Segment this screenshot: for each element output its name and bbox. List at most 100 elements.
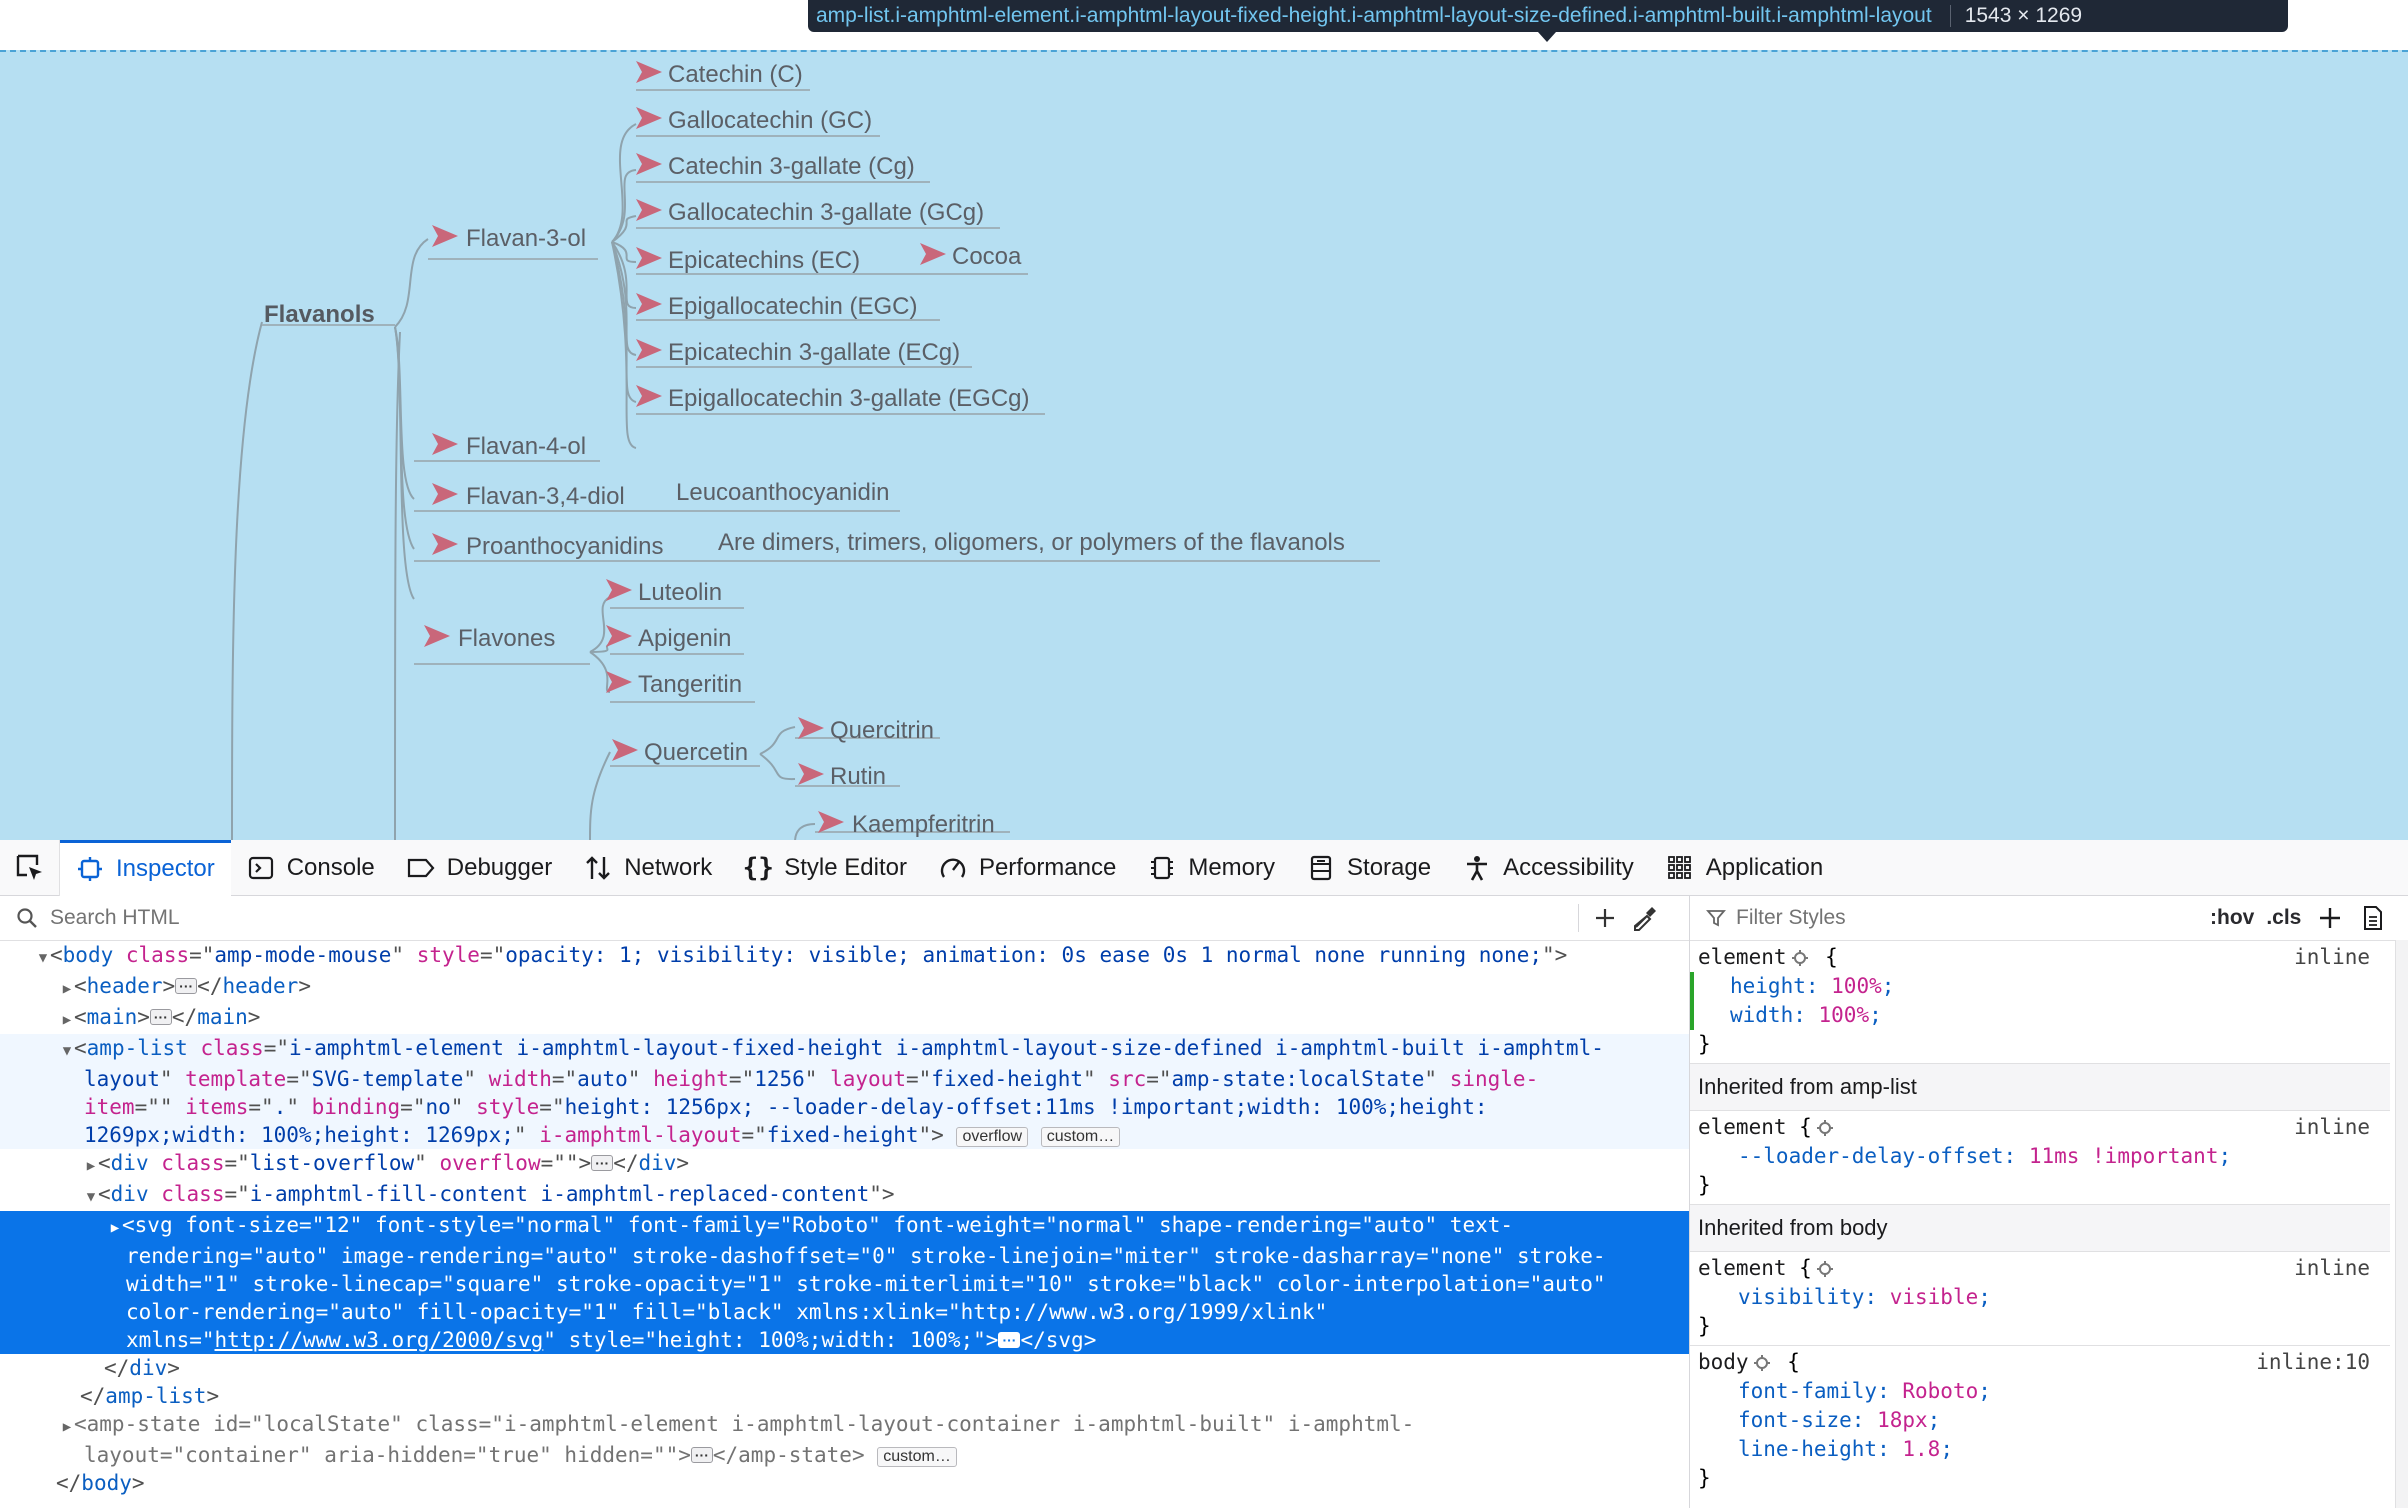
inherited-from-body-header: Inherited from body — [1690, 1205, 2390, 1252]
node-leucoanthocyanidin: Leucoanthocyanidin — [676, 479, 890, 506]
search-icon — [17, 908, 37, 928]
tab-application[interactable]: Application — [1650, 840, 1839, 896]
collapsed-twisty-icon[interactable]: ▶ — [84, 1152, 98, 1180]
inspector-icon — [76, 855, 104, 883]
tab-console[interactable]: Console — [231, 840, 391, 896]
custom-badge[interactable]: custom… — [877, 1447, 957, 1467]
arrow-icon — [424, 625, 450, 647]
node-child: Quercitrin — [830, 717, 934, 744]
declaration-font-size[interactable]: font-size: 18px; — [1698, 1406, 2390, 1435]
node-child: Epicatechin 3-gallate (ECg) — [668, 339, 960, 366]
node-child: Catechin (C) — [668, 61, 803, 88]
ellipsis-icon[interactable]: ··· — [591, 1155, 614, 1171]
rule-amp-list-inline[interactable]: inline element { --loader-delay-offset: … — [1690, 1111, 2390, 1205]
node-child: Gallocatechin (GC) — [668, 107, 872, 134]
markup-tree: ▼ <body class="amp-mode-mouse" style="opa… — [0, 941, 1689, 1497]
node-flavones: Flavones — [458, 625, 555, 652]
tab-label: Application — [1705, 853, 1824, 881]
rule-source[interactable]: inline:10 — [2256, 1348, 2370, 1377]
expanded-twisty-icon[interactable]: ▼ — [36, 944, 50, 972]
svg-namespace-link[interactable]: http://www.w3.org/2000/svg — [215, 1328, 544, 1352]
overflow-badge[interactable]: overflow — [956, 1127, 1029, 1147]
tab-storage[interactable]: Storage — [1291, 840, 1447, 896]
expanded-twisty-icon[interactable]: ▼ — [60, 1037, 74, 1065]
rule-source[interactable]: inline — [2294, 1113, 2370, 1142]
arrow-icon — [636, 61, 662, 83]
node-svg-selected[interactable]: ▶ <svg font-size="12" font-style="normal"… — [0, 1211, 1689, 1354]
gear-icon[interactable] — [1753, 1354, 1771, 1372]
declaration-visibility[interactable]: visibility: visible; — [1698, 1283, 2390, 1312]
tab-label: Network — [624, 853, 713, 881]
rule-selector: element — [1698, 1115, 1787, 1139]
tab-memory[interactable]: Memory — [1132, 840, 1291, 896]
eyedropper-icon — [1634, 907, 1656, 931]
eyedropper-button[interactable] — [1625, 898, 1665, 938]
search-html-input[interactable] — [48, 905, 1572, 931]
tab-performance[interactable]: Performance — [923, 840, 1132, 896]
node-amp-list[interactable]: ▼ <amp-list class="i-amphtml-element i-am… — [0, 1034, 1689, 1149]
collapsed-twisty-icon[interactable]: ▶ — [108, 1214, 122, 1242]
add-rule-icon[interactable] — [2317, 905, 2343, 931]
tab-style-editor[interactable]: {} Style Editor — [728, 840, 923, 896]
tab-accessibility[interactable]: Accessibility — [1447, 840, 1650, 896]
ellipsis-icon[interactable]: ··· — [175, 978, 198, 994]
node-flavan-4-ol: Flavan-4-ol — [466, 433, 586, 460]
rule-source[interactable]: inline — [2294, 1254, 2370, 1283]
tab-label: Performance — [978, 853, 1117, 881]
rule-source[interactable]: inline — [2294, 943, 2370, 972]
arrow-icon — [432, 433, 458, 455]
ellipsis-icon[interactable]: ··· — [690, 1447, 713, 1463]
arrow-icon — [612, 739, 638, 761]
gear-icon[interactable] — [1791, 949, 1809, 967]
rule-body-stylesheet[interactable]: inline:10 body { font-family: Roboto; fo… — [1690, 1346, 2390, 1497]
node-fill-content[interactable]: ▼ <div class="i-amphtml-fill-content i-am… — [0, 1180, 1689, 1211]
node-list-overflow[interactable]: ▶ <div class="list-overflow" overflow="">… — [0, 1149, 1689, 1180]
collapsed-twisty-icon[interactable]: ▶ — [60, 1413, 74, 1441]
divider — [1578, 904, 1579, 932]
collapsed-twisty-icon[interactable]: ▶ — [60, 975, 74, 1003]
rule-body-inline[interactable]: inline element { visibility: visible; } — [1690, 1252, 2390, 1346]
markup-search-row — [0, 896, 1689, 941]
gear-icon[interactable] — [1816, 1119, 1834, 1137]
node-amp-state[interactable]: ▶ <amp-state id="localState" class="i-amp… — [0, 1410, 1689, 1441]
node-child: Catechin 3-gallate (Cg) — [668, 153, 915, 180]
node-child: Luteolin — [638, 579, 722, 606]
arrow-icon — [606, 625, 632, 647]
element-picker-button[interactable] — [0, 839, 60, 896]
arrow-icon — [432, 483, 458, 505]
print-media-icon[interactable] — [2361, 905, 2385, 931]
rule-selector: body — [1698, 1350, 1749, 1374]
ellipsis-icon[interactable]: ··· — [149, 1009, 172, 1025]
declaration-loader-delay-offset[interactable]: --loader-delay-offset: 11ms !important; — [1698, 1142, 2390, 1171]
node-main[interactable]: ▶ <main> ··· </main> — [0, 1003, 1689, 1034]
tab-inspector[interactable]: Inspector — [60, 839, 231, 896]
node-body[interactable]: ▼ <body class="amp-mode-mouse" style="opa… — [0, 941, 1689, 972]
expanded-twisty-icon[interactable]: ▼ — [84, 1183, 98, 1211]
tab-label: Memory — [1188, 853, 1276, 881]
declaration-line-height[interactable]: line-height: 1.8; — [1698, 1435, 2390, 1464]
ellipsis-icon[interactable]: ··· — [998, 1332, 1021, 1348]
custom-badge[interactable]: custom… — [1040, 1127, 1121, 1147]
declaration-width[interactable]: width: 100%; — [1690, 1001, 2390, 1030]
tab-label: Debugger — [446, 853, 553, 881]
filter-styles-input[interactable] — [1734, 905, 2158, 931]
rules-scrollbar[interactable] — [2395, 940, 2408, 1508]
declaration-font-family[interactable]: font-family: Roboto; — [1698, 1377, 2390, 1406]
network-icon — [584, 854, 612, 882]
cls-toggle[interactable]: .cls — [2266, 906, 2301, 930]
rule-element-inline[interactable]: inline element { height: 100%; width: 10… — [1690, 941, 2390, 1064]
arrow-icon — [636, 247, 662, 269]
arrow-icon — [636, 339, 662, 361]
highlighted-amp-list-region[interactable]: Flavanols Flavan-3-ol Catechin (C) Gallo… — [0, 50, 2408, 840]
arrow-icon — [606, 671, 632, 693]
tab-debugger[interactable]: Debugger — [391, 840, 568, 896]
collapsed-twisty-icon[interactable]: ▶ — [60, 1006, 74, 1034]
add-node-button[interactable] — [1585, 898, 1625, 938]
hov-toggle[interactable]: :hov — [2210, 906, 2254, 930]
gear-icon[interactable] — [1816, 1260, 1834, 1278]
node-header[interactable]: ▶ <header> ··· </header> — [0, 972, 1689, 1003]
element-picker-icon — [16, 854, 42, 880]
node-flavanols: Flavanols — [264, 301, 375, 328]
declaration-height[interactable]: height: 100%; — [1690, 972, 2390, 1001]
tab-network[interactable]: Network — [568, 840, 728, 896]
